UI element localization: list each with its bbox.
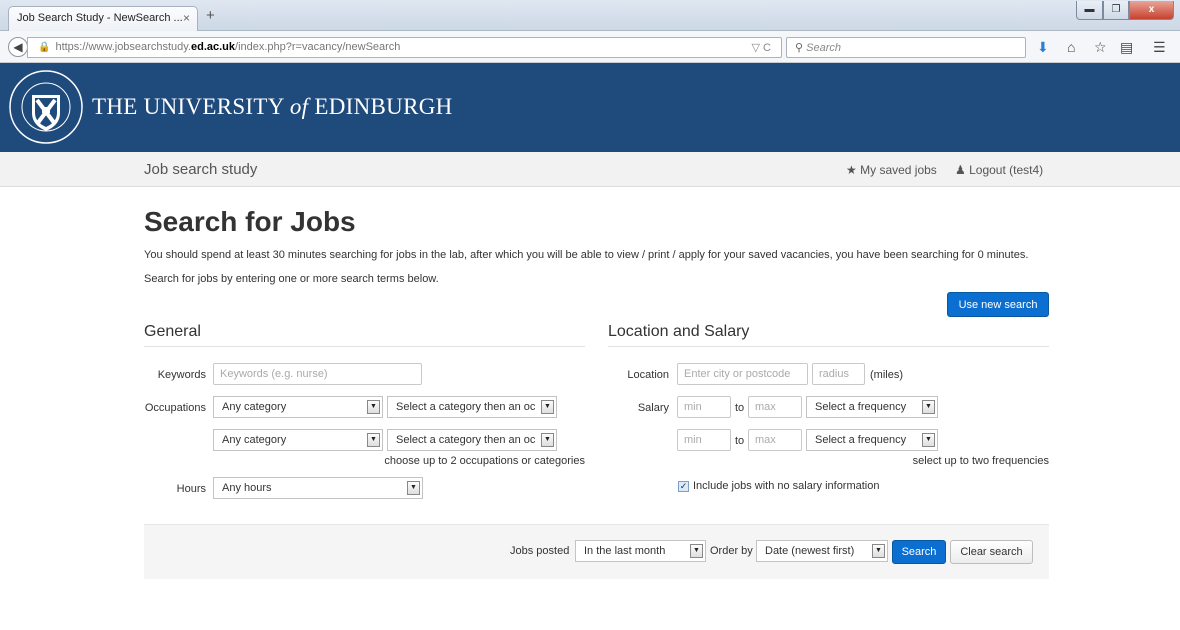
clear-search-button[interactable]: Clear search: [950, 540, 1033, 564]
menu-icon[interactable]: ☰: [1153, 39, 1166, 56]
dropdown-arrow-icon[interactable]: ▼: [922, 400, 935, 414]
tab-close-icon[interactable]: ×: [183, 11, 190, 25]
salary-max-input-1[interactable]: max: [748, 396, 802, 418]
home-icon[interactable]: ⌂: [1067, 39, 1075, 55]
location-divider: [608, 346, 1049, 347]
instruction-text: Search for jobs by entering one or more …: [144, 273, 439, 285]
maximize-button[interactable]: ❐: [1103, 1, 1129, 20]
salary-frequency-select-2[interactable]: Select a frequency ▼: [806, 429, 938, 451]
minimize-button[interactable]: ▬: [1076, 1, 1103, 20]
salary-to-label: to: [735, 435, 745, 447]
window-controls: ▬ ❐ x: [1076, 1, 1174, 20]
order-by-value: Date (newest first): [765, 545, 855, 557]
dropdown-arrow-icon[interactable]: ▼: [407, 481, 420, 495]
frequency-value: Select a frequency: [815, 434, 907, 446]
order-by-select[interactable]: Date (newest first) ▼: [756, 540, 888, 562]
occupation-category-value: Any category: [222, 401, 287, 413]
dropdown-arrow-icon[interactable]: ▼: [541, 400, 554, 414]
occupation-category-select-2[interactable]: Any category ▼: [213, 429, 383, 451]
site-nav-bar: Job search study ★ My saved jobs ♟ Logou…: [0, 152, 1180, 187]
salary-label: Salary: [637, 402, 669, 414]
location-input[interactable]: Enter city or postcode: [677, 363, 808, 385]
search-button[interactable]: Search: [892, 540, 946, 564]
browser-search-input[interactable]: ⚲ Search: [786, 37, 1026, 58]
occupations-hint: choose up to 2 occupations or categories: [384, 455, 585, 467]
dropdown-arrow-icon[interactable]: ▼: [690, 544, 703, 558]
my-saved-jobs-label: My saved jobs: [860, 163, 937, 177]
intro-text: You should spend at least 30 minutes sea…: [144, 249, 1029, 261]
reading-list-icon[interactable]: ▤: [1120, 39, 1133, 56]
occupation-select-1[interactable]: Select a category then an oc ▼: [387, 396, 557, 418]
salary-frequency-select-1[interactable]: Select a frequency ▼: [806, 396, 938, 418]
bookmark-star-icon[interactable]: ☆: [1094, 39, 1107, 56]
salary-max-input-2[interactable]: max: [748, 429, 802, 451]
address-bar[interactable]: 🔒 https://www.jobsearchstudy.ed.ac.uk/ind…: [27, 37, 782, 58]
miles-label: (miles): [870, 369, 903, 381]
hours-value: Any hours: [222, 482, 272, 494]
salary-min-input-2[interactable]: min: [677, 429, 731, 451]
logout-link[interactable]: ♟ Logout (test4): [955, 163, 1043, 177]
dropdown-arrow-icon[interactable]: ▼: [541, 433, 554, 447]
location-label: Location: [627, 369, 669, 381]
salary-to-label: to: [735, 402, 745, 414]
dropdown-arrow-icon[interactable]: ▼: [872, 544, 885, 558]
occupation-category-value: Any category: [222, 434, 287, 446]
general-divider: [144, 346, 585, 347]
university-name-suffix: EDINBURGH: [308, 94, 453, 119]
occupation-select-2[interactable]: Select a category then an oc ▼: [387, 429, 557, 451]
jobs-posted-select[interactable]: In the last month ▼: [575, 540, 706, 562]
occupation-category-select-1[interactable]: Any category ▼: [213, 396, 383, 418]
hours-select[interactable]: Any hours ▼: [213, 477, 423, 499]
occupation-value: Select a category then an oc: [396, 434, 536, 446]
university-name[interactable]: THE UNIVERSITY of EDINBURGH: [92, 94, 453, 120]
page-title: Search for Jobs: [144, 206, 356, 237]
salary-min-input-1[interactable]: min: [677, 396, 731, 418]
tab-title: Job Search Study - NewSearch ...: [17, 12, 183, 24]
radius-input[interactable]: radius: [812, 363, 865, 385]
search-placeholder: Search: [806, 42, 841, 54]
user-icon: ♟: [955, 163, 966, 177]
lock-icon: 🔒: [38, 42, 51, 53]
jobs-posted-label: Jobs posted: [510, 545, 570, 557]
url-prefix: https://www.jobsearchstudy.: [55, 41, 191, 53]
dropdown-arrow-icon[interactable]: ▼: [367, 400, 380, 414]
include-no-salary-checkbox[interactable]: ✓: [678, 481, 689, 492]
url-domain: ed.ac.uk: [190, 41, 236, 53]
dropdown-arrow-icon[interactable]: ▼: [367, 433, 380, 447]
keywords-input[interactable]: Keywords (e.g. nurse): [213, 363, 422, 385]
browser-nav-bar: ◀ 🔒 https://www.jobsearchstudy.ed.ac.uk/i…: [0, 31, 1180, 63]
order-by-label: Order by: [710, 545, 753, 557]
hours-label: Hours: [176, 483, 206, 495]
dropdown-arrow-icon[interactable]: ▼: [922, 433, 935, 447]
site-title[interactable]: Job search study: [144, 161, 257, 178]
university-name-of: of: [289, 94, 309, 119]
frequency-hint: select up to two frequencies: [912, 455, 1049, 467]
close-window-button[interactable]: x: [1129, 1, 1174, 20]
search-icon: ⚲: [795, 42, 804, 54]
occupations-label: Occupations: [144, 402, 206, 414]
keywords-label: Keywords: [157, 369, 206, 381]
use-new-search-button[interactable]: Use new search: [947, 292, 1049, 317]
jobs-posted-value: In the last month: [584, 545, 666, 557]
university-name-prefix: THE UNIVERSITY: [92, 94, 290, 119]
browser-tab[interactable]: Job Search Study - NewSearch ... ×: [8, 6, 198, 31]
university-header: THE UNIVERSITY of EDINBURGH: [0, 63, 1180, 152]
frequency-value: Select a frequency: [815, 401, 907, 413]
location-salary-section-title: Location and Salary: [608, 323, 750, 340]
url-path: /index.php?r=vacancy/newSearch: [235, 41, 401, 53]
star-icon: ★: [846, 163, 857, 177]
browser-tab-bar: Job Search Study - NewSearch ... × + ▬ ❐…: [0, 0, 1180, 31]
my-saved-jobs-link[interactable]: ★ My saved jobs: [846, 163, 937, 177]
download-icon[interactable]: ⬇: [1037, 39, 1049, 56]
occupation-value: Select a category then an oc: [396, 401, 536, 413]
back-arrow-icon[interactable]: ◀: [8, 37, 28, 57]
general-section-title: General: [144, 323, 201, 340]
reload-icon[interactable]: ▽ C: [752, 41, 771, 54]
logout-label: Logout (test4): [969, 163, 1044, 177]
university-crest-icon[interactable]: [8, 69, 84, 145]
include-no-salary-label: Include jobs with no salary information: [693, 480, 880, 492]
new-tab-button[interactable]: +: [206, 7, 215, 24]
